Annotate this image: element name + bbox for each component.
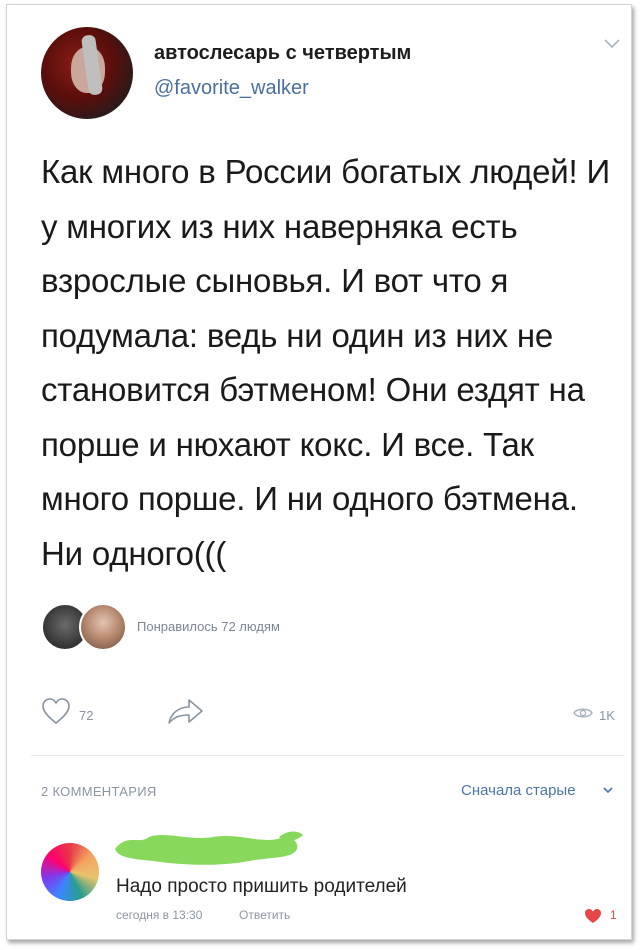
liker-avatar[interactable] <box>79 603 127 651</box>
sort-order-button[interactable]: Сначала старые <box>461 782 576 799</box>
liked-by-text[interactable]: Понравилось 72 людям <box>137 619 280 634</box>
comment-text: Надо просто пришить родителей <box>116 876 407 897</box>
heart-icon[interactable] <box>41 697 71 725</box>
post-text: Как много в России богатых людей! И у мн… <box>41 153 611 572</box>
comment-like-count: 1 <box>610 908 617 922</box>
reply-button[interactable]: Ответить <box>239 908 290 922</box>
share-icon[interactable] <box>165 695 205 727</box>
like-count: 72 <box>79 708 94 723</box>
views-count: 1K <box>599 708 615 723</box>
chevron-down-icon[interactable] <box>604 39 620 49</box>
heart-icon[interactable] <box>584 908 602 924</box>
comments-count: 2 КОММЕНТАРИЯ <box>41 784 157 799</box>
author-name[interactable]: автослесарь с четвертым <box>154 42 411 65</box>
redaction-scribble <box>115 831 303 865</box>
commenter-avatar[interactable] <box>41 843 99 901</box>
author-avatar[interactable] <box>41 27 133 119</box>
author-handle[interactable]: @favorite_walker <box>154 77 309 100</box>
comment-time[interactable]: сегодня в 13:30 <box>116 908 202 922</box>
liked-by-avatars[interactable] <box>41 603 131 653</box>
chevron-down-icon[interactable] <box>603 787 613 794</box>
eye-icon <box>573 708 593 718</box>
post-card: автослесарь с четвертым @favorite_walker… <box>6 4 632 940</box>
divider <box>31 755 623 756</box>
